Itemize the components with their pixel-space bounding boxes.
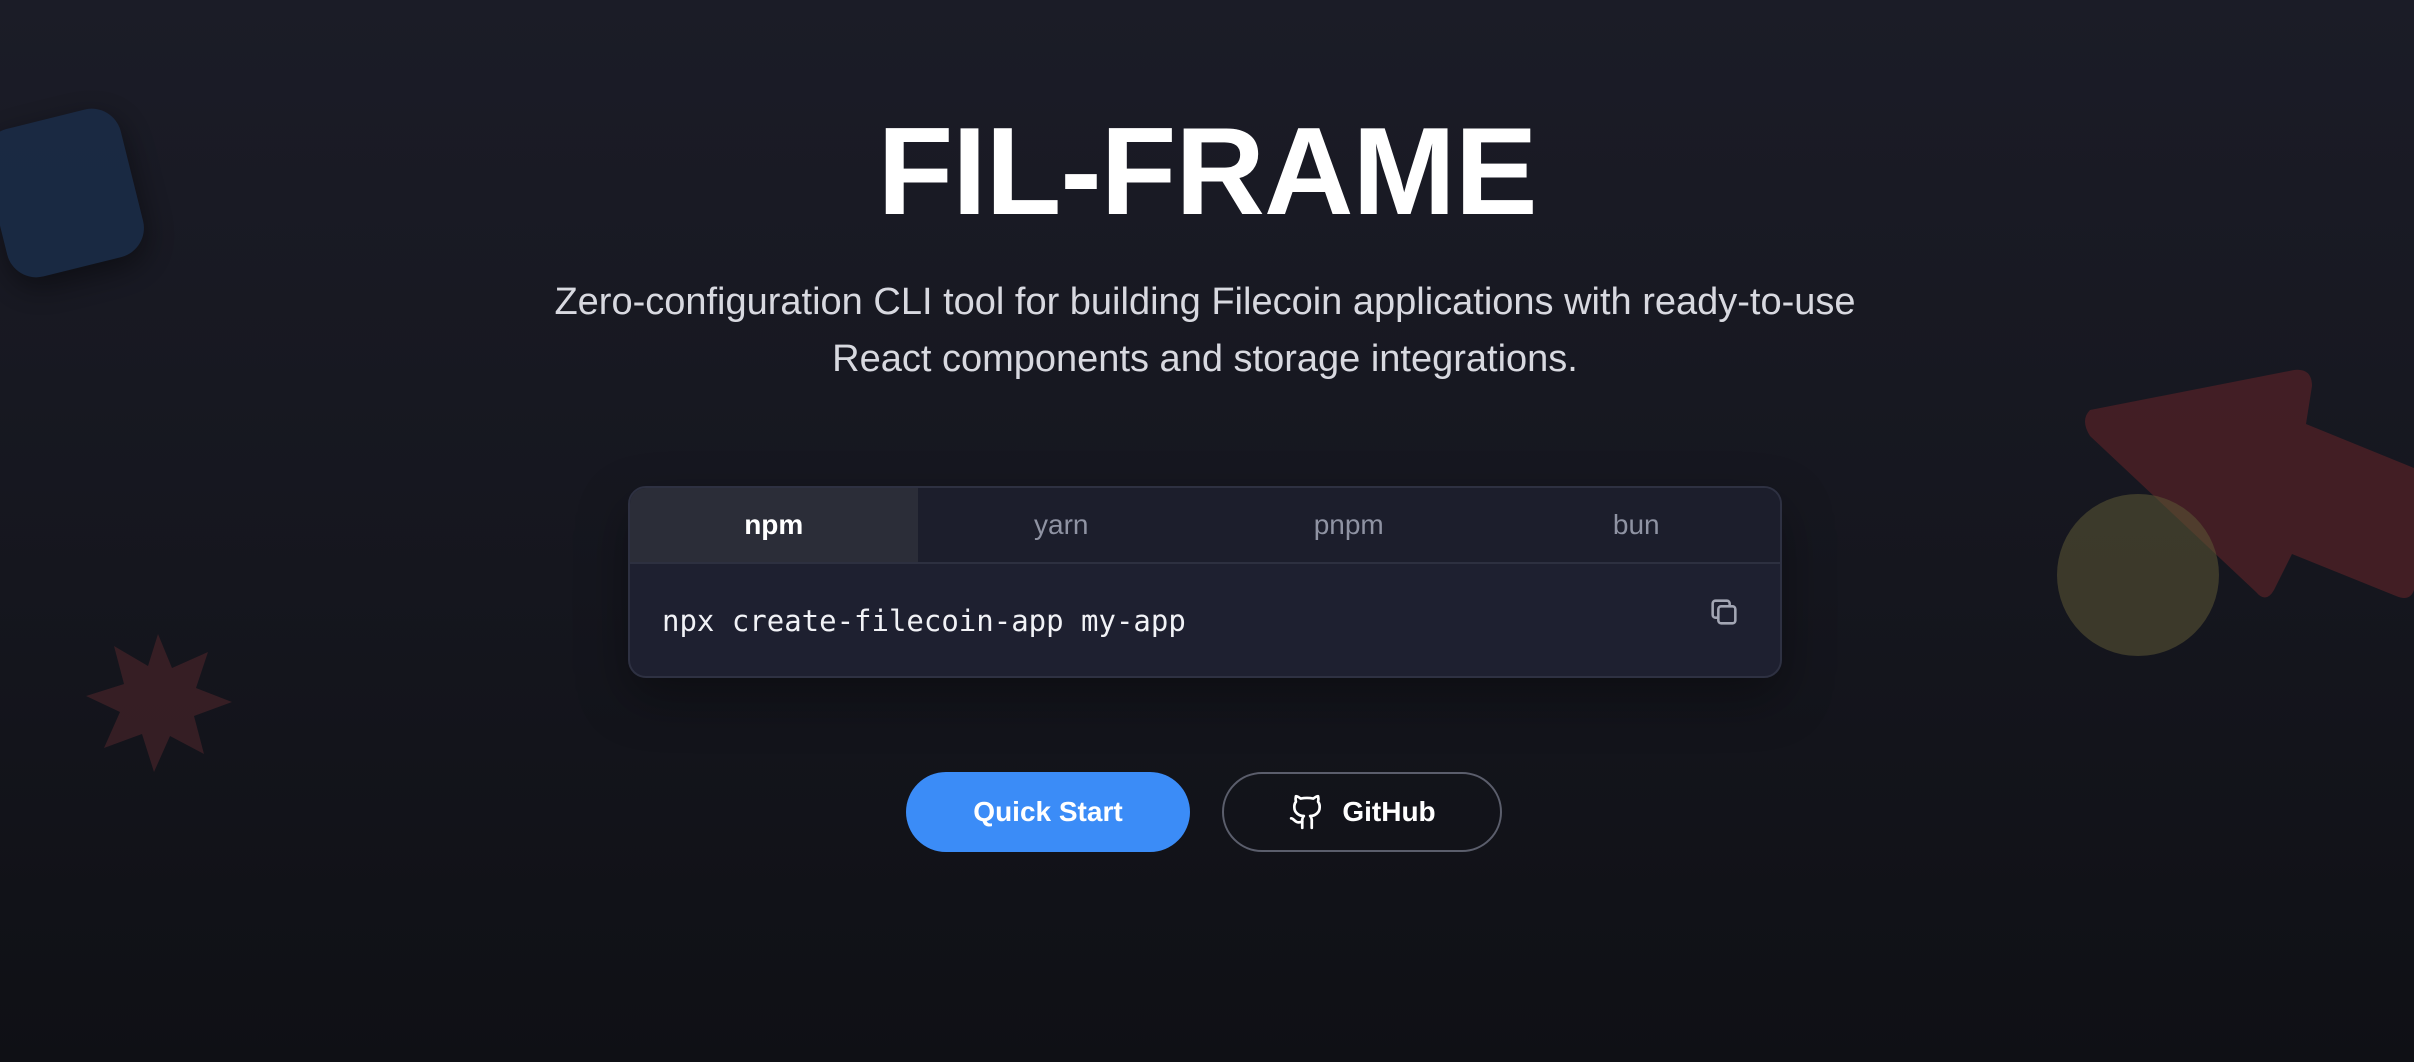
package-manager-tabs: npm yarn pnpm bun xyxy=(630,488,1780,564)
quick-start-label: Quick Start xyxy=(973,796,1123,827)
tab-pnpm[interactable]: pnpm xyxy=(1205,488,1493,562)
tab-yarn[interactable]: yarn xyxy=(918,488,1206,562)
page-title: FIL-FRAME xyxy=(877,103,1537,241)
install-command-panel: npm yarn pnpm bun npx create-filecoin-ap… xyxy=(628,486,1782,678)
decorative-star-shape xyxy=(86,634,232,772)
copy-icon xyxy=(1711,599,1737,625)
github-button[interactable]: GitHub xyxy=(1222,772,1502,852)
page-subtitle: Zero-configuration CLI tool for building… xyxy=(554,281,1856,380)
decorative-circle-shape xyxy=(2057,494,2219,656)
command-row: npx create-filecoin-app my-app xyxy=(630,564,1780,676)
github-label: GitHub xyxy=(1342,796,1436,827)
quick-start-button[interactable]: Quick Start xyxy=(906,772,1190,852)
github-icon xyxy=(1288,793,1326,831)
install-command-text: npx create-filecoin-app my-app xyxy=(662,604,1186,638)
tab-bun[interactable]: bun xyxy=(1493,488,1781,562)
copy-button[interactable] xyxy=(1704,592,1744,632)
tab-npm[interactable]: npm xyxy=(630,488,918,562)
